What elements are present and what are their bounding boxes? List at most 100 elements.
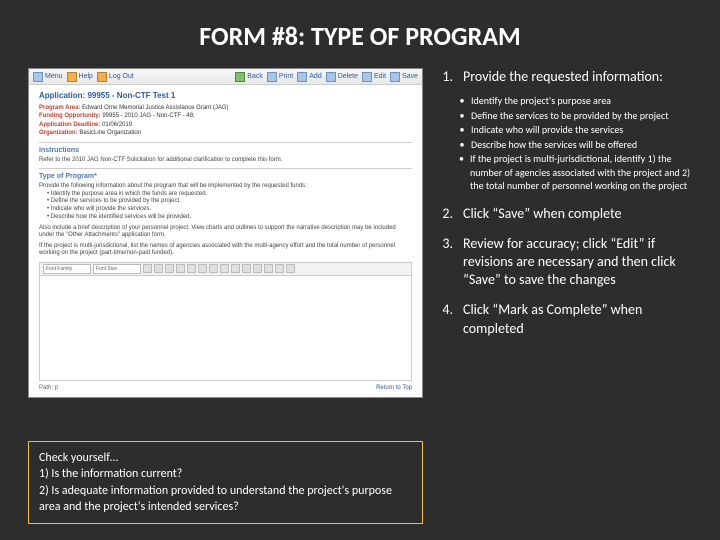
return-to-top-link[interactable]: Return to Top [376,385,412,391]
font-size-select[interactable]: Font Size [93,264,141,274]
step-num: 4. [437,301,453,337]
type-bullet: Define the services to be provided by th… [51,198,181,204]
rte-editor[interactable] [39,276,412,381]
path-label: Path: p [39,385,58,391]
sub-item: Identify the project's purpose area [471,94,611,108]
ss-body: Application: 99955 - Non-CTF Test 1 Prog… [29,85,422,397]
type-bullet: Identify the purpose area in which the f… [51,191,207,197]
sub-item: Describe how the services will be offere… [471,138,637,152]
menu-icon [33,72,43,82]
check-heading: Check yourself… [39,450,412,466]
check-yourself-box: Check yourself… 1) Is the information cu… [28,441,423,524]
logout-label: Log Out [109,73,134,80]
rte-btn[interactable] [286,264,295,273]
org-value: BasicLine Organization [79,130,141,136]
step-text: Review for accuracy; click “Edit” if rev… [463,235,692,290]
program-area-label: Program Area: [39,105,80,111]
help-label: Help [79,73,93,80]
font-family-select[interactable]: Font Family [43,264,91,274]
type-bullet: Indicate who will provide the services. [51,206,151,212]
help-button[interactable]: Help [67,72,93,82]
delete-button[interactable]: Delete [326,72,358,82]
step-num: 1. [437,68,453,86]
logout-button[interactable]: Log Out [97,72,134,82]
save-icon [390,72,400,82]
divider [39,142,412,143]
step-4: 4. Click “Mark as Complete” when complet… [437,301,692,337]
type-note1: Also include a brief description of your… [39,225,412,240]
slide-title: FORM #8: TYPE OF PROGRAM [28,20,692,52]
step-text: Click “Mark as Complete” when completed [463,301,692,337]
step-text: Click “Save” when complete [463,205,692,223]
app-meta: Program Area: Edward Orne Memorial Justi… [39,104,412,138]
app-title: Application: 99955 - Non-CTF Test 1 [39,91,412,100]
rte-btn[interactable] [209,264,218,273]
edit-button[interactable]: Edit [362,72,386,82]
right-column: 1. Provide the requested information: •I… [437,68,692,398]
left-column: Menu Help Log Out Back Print Add Delete … [28,68,423,398]
program-area-value: Edward Orne Memorial Justice Assistance … [82,105,228,111]
ss-toolbar: Menu Help Log Out Back Print Add Delete … [29,69,422,85]
menu-button[interactable]: Menu [33,72,63,82]
rte-btn[interactable] [187,264,196,273]
save-button[interactable]: Save [390,72,418,82]
print-button[interactable]: Print [267,72,293,82]
type-note2: If the project is multi-jurisdictional, … [39,243,412,258]
step-2: 2. Click “Save” when complete [437,205,692,223]
sub-item: Define the services to be provided by th… [471,109,669,123]
type-intro: Provide the following information about … [39,183,412,191]
bullet-icon: • [459,109,465,123]
logout-icon [97,72,107,82]
bullet-icon: • [459,123,465,137]
funding-opp-label: Funding Opportunity: [39,113,101,119]
print-icon [267,72,277,82]
deadline-value: 01/06/2019 [102,122,132,128]
rte-btn[interactable] [264,264,273,273]
rte-btn[interactable] [242,264,251,273]
rte-btn[interactable] [275,264,284,273]
rte-btn[interactable] [165,264,174,273]
type-bullets: • Identify the purpose area in which the… [47,191,412,222]
type-header: Type of Program* [39,173,412,180]
rte-btn[interactable] [143,264,152,273]
type-bullet: Describe how the identified services wil… [51,214,191,220]
step-1: 1. Provide the requested information: •I… [437,68,692,193]
step-text: Provide the requested information: [463,68,692,86]
save-label: Save [402,73,418,80]
rte-btn[interactable] [220,264,229,273]
rte-btn[interactable] [198,264,207,273]
rte-btn[interactable] [176,264,185,273]
back-button[interactable]: Back [235,72,263,82]
sub-item: If the project is multi-jurisdictional, … [470,152,692,193]
check-q1: 1) Is the information current? [39,466,412,482]
rte-btn[interactable] [231,264,240,273]
step-1-sublist: • Identify the project's purpose area • De… [459,94,692,193]
back-icon [235,72,245,82]
edit-icon [362,72,372,82]
app-screenshot: Menu Help Log Out Back Print Add Delete … [28,68,423,398]
step-num: 2. [437,205,453,223]
help-icon [67,72,77,82]
bullet-icon: • [459,138,465,152]
back-label: Back [247,73,263,80]
divider [39,168,412,169]
rte-toolbar: Font Family Font Size [39,262,412,276]
org-label: Organization: [39,130,78,136]
sub-item: Indicate who will provide the services [471,123,623,137]
edit-label: Edit [374,73,386,80]
add-button[interactable]: Add [297,72,321,82]
rte-btn[interactable] [154,264,163,273]
step-3: 3. Review for accuracy; click “Edit” if … [437,235,692,290]
delete-icon [326,72,336,82]
check-q2: 2) Is adequate information provided to u… [39,483,412,515]
bullet-icon: • [459,152,464,193]
delete-label: Delete [338,73,358,80]
deadline-label: Application Deadline: [39,122,100,128]
bullet-icon: • [459,94,465,108]
add-icon [297,72,307,82]
print-label: Print [279,73,293,80]
content-row: Menu Help Log Out Back Print Add Delete … [28,68,692,398]
step-num: 3. [437,235,453,290]
rte-btn[interactable] [253,264,262,273]
menu-label: Menu [45,73,63,80]
